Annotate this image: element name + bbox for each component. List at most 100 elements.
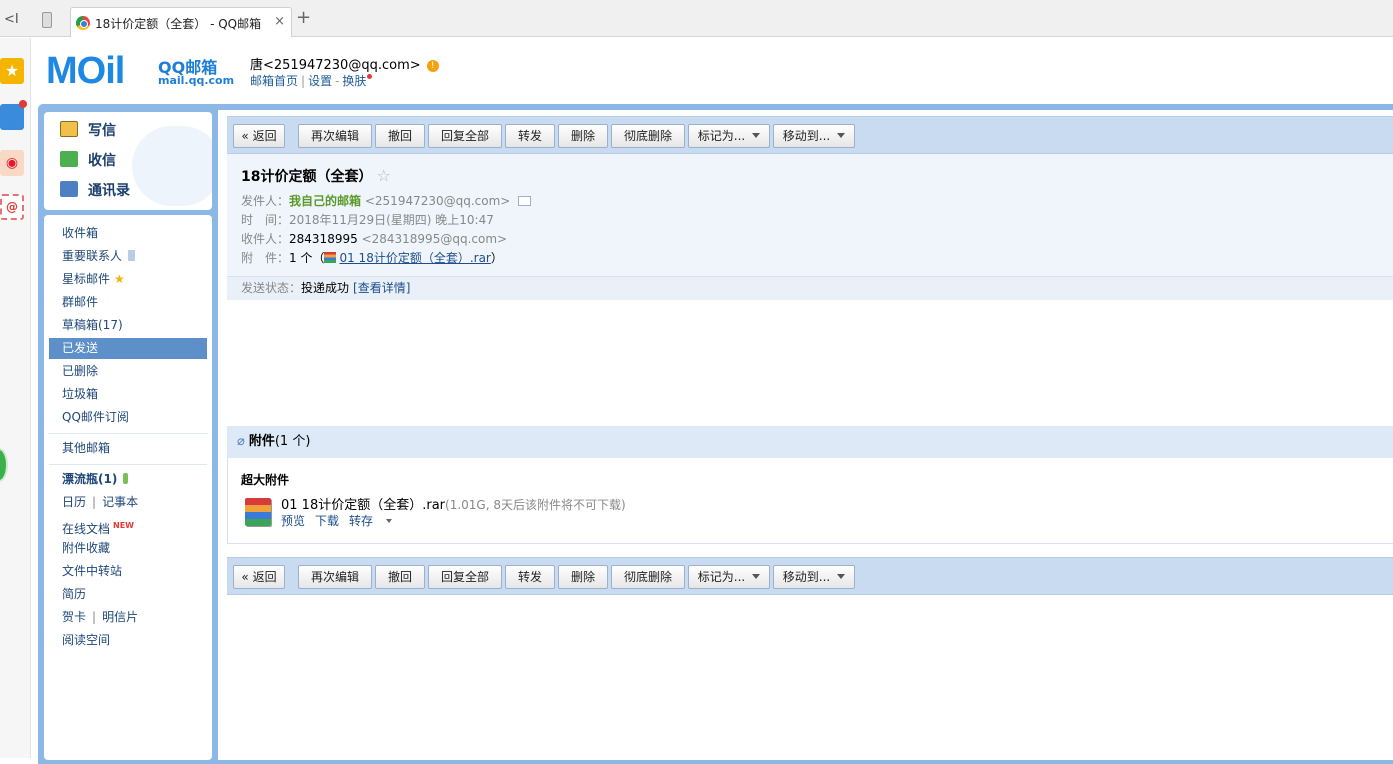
- status-value: 投递成功: [301, 281, 350, 295]
- reply-all-button[interactable]: 回复全部: [428, 124, 502, 148]
- favorites-icon[interactable]: ★: [0, 58, 24, 84]
- rar-file-icon: [324, 252, 337, 263]
- folder-drafts[interactable]: 草稿箱(17): [49, 315, 207, 336]
- tab-close-icon[interactable]: ×: [274, 14, 285, 29]
- mail-view: « 返回 再次编辑 撤回 回复全部 转发 删除 彻底删除 标记为... 移动到.…: [218, 110, 1393, 760]
- pencil-icon: [60, 121, 78, 137]
- tab-title: 18计价定额（全套） - QQ邮箱: [95, 17, 262, 31]
- green-widget-icon[interactable]: [0, 448, 8, 482]
- preview-link[interactable]: 预览: [281, 514, 305, 528]
- delete-button[interactable]: 删除: [558, 565, 608, 589]
- postcard-link[interactable]: 明信片: [102, 610, 138, 624]
- mail-icon[interactable]: @: [0, 194, 24, 220]
- sender-name[interactable]: 我自己的邮箱: [289, 194, 361, 208]
- folder-vip[interactable]: 重要联系人: [49, 246, 207, 267]
- sidebar-toggle-icon[interactable]: <I: [4, 12, 19, 27]
- folder-group[interactable]: 群邮件: [49, 292, 207, 313]
- drift-bottle[interactable]: 漂流瓶(1): [49, 469, 207, 490]
- delete-permanently-button[interactable]: 彻底删除: [611, 124, 685, 148]
- settings-link[interactable]: 设置: [308, 74, 332, 88]
- recall-button[interactable]: 撤回: [375, 124, 425, 148]
- bottom-toolbar: « 返回 再次编辑 撤回 回复全部 转发 删除 彻底删除 标记为... 移动到.…: [227, 557, 1393, 595]
- archive-file-icon: [245, 498, 271, 526]
- folder-list: 收件箱 重要联系人 星标邮件 ★ 群邮件 草稿箱(17) 已发送 已删除 垃圾箱 …: [44, 215, 212, 760]
- folder-sent[interactable]: 已发送: [49, 338, 207, 359]
- calendar-link[interactable]: 日历: [62, 495, 86, 509]
- sender-row: 发件人：我自己的邮箱 <251947230@qq.com>: [241, 192, 532, 209]
- folder-spam[interactable]: 垃圾箱: [49, 384, 207, 405]
- back-button[interactable]: « 返回: [233, 124, 285, 148]
- forward-button[interactable]: 转发: [505, 124, 555, 148]
- skin-link[interactable]: 换肤: [342, 74, 366, 88]
- attachment-info: (1.01G, 8天后该附件将不可下载): [445, 498, 626, 512]
- browser-sidebar: ★ ◉ @: [0, 38, 31, 758]
- recall-button[interactable]: 撤回: [375, 565, 425, 589]
- chevron-down-icon: [837, 574, 846, 579]
- attachment-collection[interactable]: 附件收藏: [49, 538, 207, 559]
- contact-card-icon[interactable]: [518, 196, 532, 206]
- reedit-button[interactable]: 再次编辑: [298, 124, 372, 148]
- folder-subscriptions[interactable]: QQ邮件订阅: [49, 407, 207, 428]
- user-account: 唐<251947230@qq.com>!: [250, 54, 439, 73]
- news-icon[interactable]: [0, 100, 27, 130]
- attachment-link[interactable]: 01 18计价定额（全套）.rar: [339, 251, 490, 265]
- attachment-row: 附 件：1 个（ 01 18计价定额（全套）.rar）: [241, 251, 503, 265]
- notes-link[interactable]: 记事本: [102, 495, 138, 509]
- home-link[interactable]: 邮箱首页: [250, 74, 298, 88]
- logo-url: mail.qq.com: [158, 74, 235, 87]
- status-details-link[interactable]: [查看详情]: [353, 281, 410, 295]
- mobile-icon[interactable]: [42, 12, 52, 28]
- file-transfer[interactable]: 文件中转站: [49, 561, 207, 582]
- new-badge: NEW: [113, 521, 134, 530]
- browser-tab[interactable]: 18计价定额（全套） - QQ邮箱 ×: [70, 7, 292, 37]
- qq-mail-logo[interactable]: MOil QQ邮箱 mail.qq.com: [46, 50, 235, 92]
- new-tab-button[interactable]: +: [296, 9, 311, 27]
- paperclip-icon: ⌀: [237, 434, 245, 449]
- other-mailboxes[interactable]: 其他邮箱: [49, 438, 207, 459]
- logo-mark: MOil: [46, 50, 125, 92]
- reading-space[interactable]: 阅读空间: [49, 630, 207, 651]
- time-row: 时 间：2018年11月29日(星期四) 晚上10:47: [241, 213, 494, 227]
- folder-inbox[interactable]: 收件箱: [49, 223, 207, 244]
- online-docs[interactable]: 在线文档 NEW: [49, 515, 207, 536]
- browser-tab-bar: <I 18计价定额（全套） - QQ邮箱 × +: [0, 0, 1393, 37]
- chevron-down-icon: [752, 574, 761, 579]
- download-link[interactable]: 下载: [315, 514, 339, 528]
- top-toolbar: « 返回 再次编辑 撤回 回复全部 转发 删除 彻底删除 标记为... 移动到.…: [227, 116, 1393, 154]
- recipient-name[interactable]: 284318995: [289, 232, 358, 246]
- user-name: 唐<251947230@qq.com>: [250, 58, 421, 73]
- folder-starred[interactable]: 星标邮件 ★: [49, 269, 207, 290]
- delete-permanently-button[interactable]: 彻底删除: [611, 565, 685, 589]
- receive-button[interactable]: 收信: [60, 150, 116, 172]
- save-dropdown[interactable]: 转存: [349, 514, 402, 528]
- star-toggle-icon[interactable]: ☆: [376, 166, 390, 185]
- warning-icon[interactable]: !: [426, 60, 439, 72]
- contacts-button[interactable]: 通讯录: [60, 180, 130, 202]
- recipient-address: <284318995@qq.com>: [361, 232, 508, 246]
- send-status: 发送状态：投递成功 [查看详情]: [227, 276, 1393, 300]
- reply-all-button[interactable]: 回复全部: [428, 565, 502, 589]
- move-to-dropdown[interactable]: 移动到...: [773, 565, 855, 589]
- nav-quick-actions: 写信 收信 通讯录: [44, 112, 212, 210]
- star-icon: ★: [114, 272, 125, 286]
- cards-postcards: 贺卡 | 明信片: [62, 610, 139, 624]
- contacts-icon: [60, 181, 78, 197]
- mark-as-dropdown[interactable]: 标记为...: [688, 124, 770, 148]
- move-to-dropdown[interactable]: 移动到...: [773, 124, 855, 148]
- sent-time: 2018年11月29日(星期四) 晚上10:47: [289, 213, 494, 227]
- weibo-icon[interactable]: ◉: [0, 150, 24, 176]
- reedit-button[interactable]: 再次编辑: [298, 565, 372, 589]
- inbox-download-icon: [60, 151, 78, 167]
- write-button[interactable]: 写信: [60, 120, 116, 142]
- mark-as-dropdown[interactable]: 标记为...: [688, 565, 770, 589]
- back-button[interactable]: « 返回: [233, 565, 285, 589]
- delete-button[interactable]: 删除: [558, 124, 608, 148]
- forward-button[interactable]: 转发: [505, 565, 555, 589]
- chevron-down-icon: [752, 133, 761, 138]
- folder-deleted[interactable]: 已删除: [49, 361, 207, 382]
- chevron-down-icon: [837, 133, 846, 138]
- mail-subject: 18计价定额（全套） ☆: [241, 166, 391, 185]
- card-link[interactable]: 贺卡: [62, 610, 86, 624]
- attachment-name: 01 18计价定额（全套）.rar(1.01G, 8天后该附件将不可下载): [281, 498, 626, 513]
- resume[interactable]: 简历: [49, 584, 207, 605]
